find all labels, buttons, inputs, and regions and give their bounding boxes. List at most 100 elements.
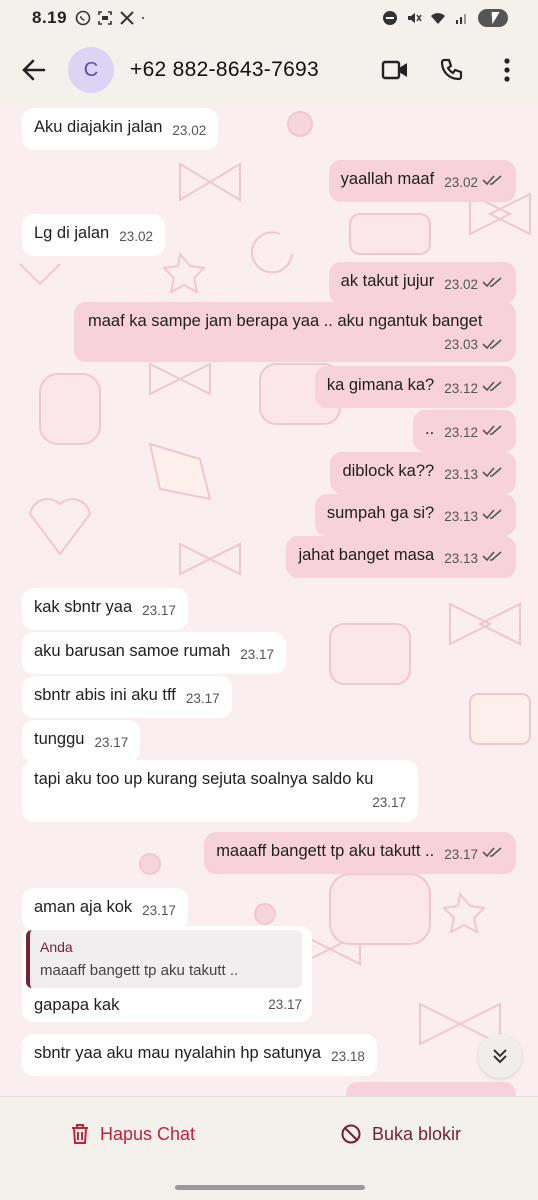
quoted-message[interactable]: Anda maaaff bangett tp aku takutt .. bbox=[26, 930, 302, 988]
message-text: maaaff bangett tp aku takutt .. bbox=[216, 842, 435, 860]
message-incoming[interactable]: Lg di jalan 23.02 bbox=[22, 214, 166, 256]
avatar[interactable]: C bbox=[68, 47, 114, 93]
message-text: tunggu bbox=[34, 730, 85, 748]
block-icon bbox=[341, 1124, 361, 1144]
message-outgoing-partial[interactable] bbox=[346, 1082, 516, 1096]
more-vertical-icon bbox=[504, 58, 510, 82]
home-indicator[interactable] bbox=[175, 1185, 365, 1190]
message-outgoing[interactable]: maaf ka sampe jam berapa yaa .. aku ngan… bbox=[74, 302, 516, 362]
message-text: Lg di jalan bbox=[34, 224, 110, 242]
status-time: 8.19 bbox=[32, 8, 68, 27]
double-check-icon bbox=[482, 277, 502, 288]
message-time: 23.02 bbox=[172, 123, 207, 138]
whatsapp-icon bbox=[75, 10, 91, 26]
message-time: 23.03 bbox=[444, 337, 478, 352]
message-time: 23.17 bbox=[372, 795, 406, 810]
mute-icon bbox=[408, 13, 422, 23]
message-incoming[interactable]: sbntr abis ini aku tff 23.17 bbox=[22, 676, 232, 718]
message-time: 23.17 bbox=[142, 603, 176, 618]
message-text: sbntr yaa aku mau nyalahin hp satunya bbox=[34, 1044, 322, 1062]
message-time: 23.17 bbox=[444, 847, 478, 862]
message-text: maaf ka sampe jam berapa yaa .. aku ngan… bbox=[88, 312, 483, 330]
blocked-actions-bar: Hapus Chat Buka blokir bbox=[0, 1096, 538, 1200]
voice-call-button[interactable] bbox=[436, 55, 466, 85]
message-text: sumpah ga si? bbox=[326, 504, 435, 522]
message-outgoing[interactable]: jahat banget masa 23.13 bbox=[286, 536, 516, 578]
message-incoming[interactable]: tapi aku too up kurang sejuta soalnya sa… bbox=[22, 760, 418, 822]
wifi-icon bbox=[431, 13, 445, 24]
delete-chat-button[interactable]: Hapus Chat bbox=[70, 1123, 195, 1145]
double-chevron-down-icon bbox=[493, 1049, 507, 1064]
unblock-button[interactable]: Buka blokir bbox=[340, 1123, 461, 1145]
message-outgoing[interactable]: diblock ka?? 23.13 bbox=[330, 452, 516, 494]
message-time: 23.13 bbox=[444, 551, 478, 566]
double-check-icon bbox=[482, 339, 502, 350]
message-outgoing[interactable]: ak takut jujur 23.02 bbox=[328, 262, 516, 304]
dot-icon bbox=[142, 17, 145, 19]
message-text: yaallah maaf bbox=[340, 170, 435, 188]
message-incoming[interactable]: kak sbntr yaa 23.17 bbox=[22, 588, 188, 630]
message-incoming[interactable]: aman aja kok 23.17 bbox=[22, 888, 188, 930]
message-incoming[interactable]: tunggu 23.17 bbox=[22, 720, 141, 762]
message-incoming[interactable]: sbntr yaa aku mau nyalahin hp satunya 23.… bbox=[22, 1034, 377, 1076]
scan-icon bbox=[98, 11, 112, 25]
battery-icon bbox=[478, 9, 508, 27]
status-bar: 8.19 bbox=[0, 0, 538, 36]
message-time: 23.17 bbox=[268, 997, 302, 1012]
message-time: 23.02 bbox=[444, 277, 478, 292]
dnd-icon bbox=[383, 11, 397, 25]
video-call-button[interactable] bbox=[380, 55, 410, 85]
message-time: 23.13 bbox=[444, 509, 478, 524]
contact-name[interactable]: +62 882-8643-7693 bbox=[130, 58, 319, 82]
message-outgoing[interactable]: yaallah maaf 23.02 bbox=[328, 160, 516, 202]
more-options-button[interactable] bbox=[492, 55, 522, 85]
arrow-left-icon bbox=[22, 59, 46, 81]
chat-header: C +62 882-8643-7693 bbox=[0, 36, 538, 104]
message-text: ka gimana ka? bbox=[326, 376, 435, 394]
message-time: 23.17 bbox=[240, 647, 275, 662]
message-time: 23.17 bbox=[185, 691, 220, 706]
message-time: 23.02 bbox=[119, 229, 154, 244]
message-text: aman aja kok bbox=[34, 898, 133, 916]
quote-author: Anda bbox=[40, 939, 73, 955]
message-incoming-reply[interactable]: Anda maaaff bangett tp aku takutt .. gap… bbox=[22, 926, 312, 1022]
message-outgoing[interactable]: .. 23.12 bbox=[413, 410, 516, 452]
message-text: .. bbox=[425, 420, 435, 438]
message-text: sbntr abis ini aku tff bbox=[34, 686, 176, 704]
double-check-icon bbox=[482, 551, 502, 562]
message-outgoing[interactable]: sumpah ga si? 23.13 bbox=[314, 494, 516, 536]
message-text: tapi aku too up kurang sejuta soalnya sa… bbox=[34, 770, 374, 788]
message-text: jahat banget masa bbox=[298, 546, 435, 564]
message-incoming[interactable]: aku barusan samoe rumah 23.17 bbox=[22, 632, 287, 674]
message-text: Aku diajakin jalan bbox=[34, 118, 163, 136]
double-check-icon bbox=[482, 425, 502, 436]
message-time: 23.17 bbox=[94, 735, 129, 750]
double-check-icon bbox=[482, 175, 502, 186]
message-outgoing[interactable]: maaaff bangett tp aku takutt .. 23.17 bbox=[204, 832, 516, 874]
x-logo-icon bbox=[120, 11, 134, 25]
signal-icon bbox=[456, 14, 466, 24]
message-text: aku barusan samoe rumah bbox=[34, 642, 231, 660]
back-button[interactable] bbox=[16, 52, 52, 88]
message-time: 23.17 bbox=[142, 903, 176, 918]
message-text: diblock ka?? bbox=[342, 462, 435, 480]
message-text: gapapa kak bbox=[34, 996, 120, 1014]
message-outgoing[interactable]: ka gimana ka? 23.12 bbox=[314, 366, 516, 408]
video-camera-icon bbox=[381, 60, 407, 80]
chat-area[interactable]: Aku diajakin jalan 23.02 yaallah maaf 23.0… bbox=[0, 104, 538, 1096]
message-time: 23.12 bbox=[444, 381, 478, 396]
message-time: 23.02 bbox=[444, 175, 478, 190]
message-time: 23.13 bbox=[444, 467, 478, 482]
message-time: 23.18 bbox=[331, 1049, 365, 1064]
quote-text: maaaff bangett tp aku takutt .. bbox=[40, 962, 239, 979]
double-check-icon bbox=[482, 381, 502, 392]
unblock-label: Buka blokir bbox=[372, 1123, 462, 1144]
trash-icon bbox=[72, 1124, 88, 1144]
scroll-to-bottom-button[interactable] bbox=[478, 1034, 522, 1078]
message-text: ak takut jujur bbox=[340, 272, 435, 290]
double-check-icon bbox=[482, 467, 502, 478]
message-text: kak sbntr yaa bbox=[34, 598, 133, 616]
delete-chat-label: Hapus Chat bbox=[100, 1123, 196, 1144]
message-incoming[interactable]: Aku diajakin jalan 23.02 bbox=[22, 108, 219, 150]
double-check-icon bbox=[482, 847, 502, 858]
